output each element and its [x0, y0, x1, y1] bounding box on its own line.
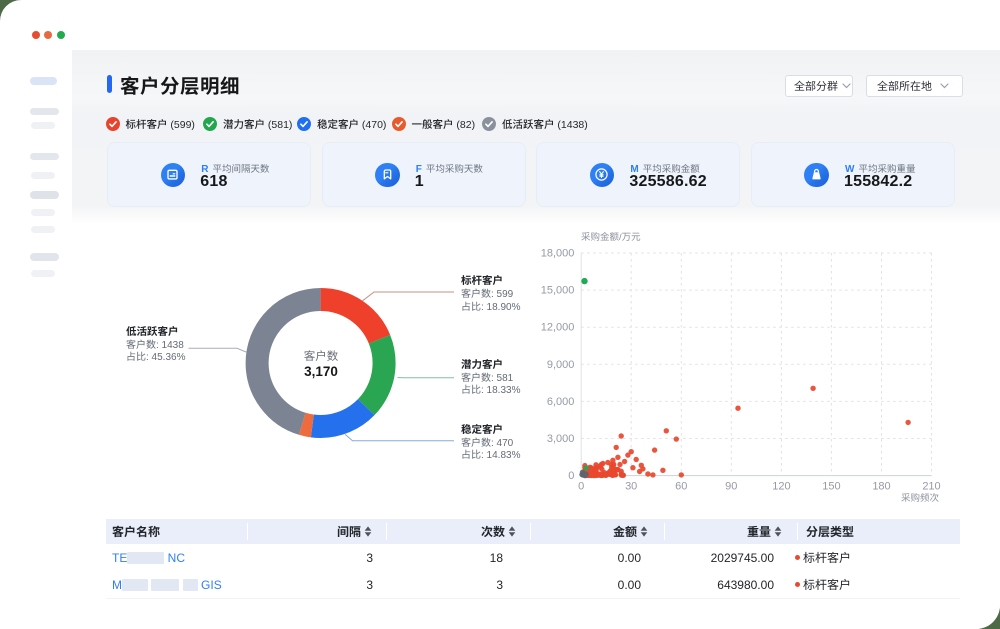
svg-text:6,000: 6,000 — [547, 396, 575, 408]
svg-text:18,000: 18,000 — [541, 248, 575, 260]
svg-text:采购频次: 采购频次 — [901, 493, 940, 504]
svg-text:60: 60 — [675, 481, 687, 493]
svg-text:120: 120 — [772, 481, 790, 493]
svg-text:12,000: 12,000 — [541, 322, 575, 334]
svg-text:15,000: 15,000 — [541, 285, 575, 297]
svg-text:采购金额/万元: 采购金额/万元 — [581, 231, 641, 243]
svg-text:210: 210 — [922, 481, 940, 493]
svg-text:9,000: 9,000 — [547, 359, 575, 371]
svg-text:3,000: 3,000 — [547, 433, 575, 445]
svg-text:150: 150 — [822, 481, 840, 493]
svg-text:30: 30 — [625, 481, 637, 493]
svg-text:180: 180 — [872, 481, 890, 493]
svg-text:90: 90 — [725, 481, 737, 493]
svg-text:0: 0 — [568, 470, 574, 482]
svg-text:0: 0 — [578, 481, 584, 493]
